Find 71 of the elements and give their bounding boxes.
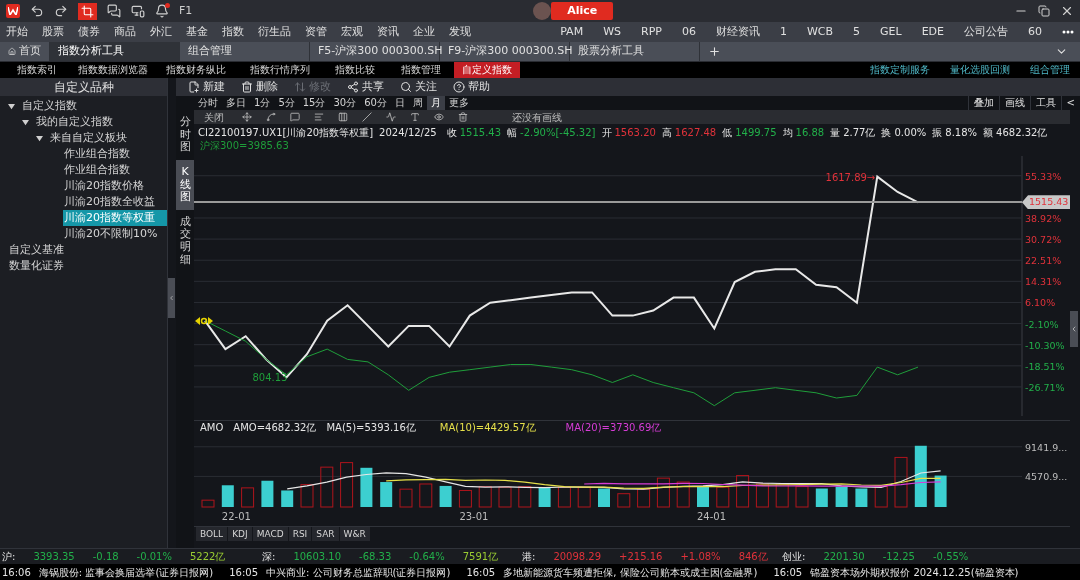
market-value: 5222亿 bbox=[190, 550, 226, 564]
quote-label: 均 bbox=[782, 125, 793, 140]
quote-label: 低 bbox=[722, 125, 733, 140]
indicator-legend: AMO=4682.32亿 bbox=[233, 420, 317, 435]
market-label: 深: bbox=[262, 550, 276, 564]
market-label: 沪: bbox=[2, 550, 16, 564]
quote-label: 收 bbox=[446, 125, 457, 140]
market-value: 7591亿 bbox=[462, 550, 499, 564]
sidebar-title: 自定义品种 bbox=[0, 78, 167, 96]
quote-label: 开 bbox=[601, 125, 612, 140]
market-value: 2201.30 bbox=[823, 550, 865, 564]
indicator-legend: MA(10)=4429.57亿 bbox=[439, 420, 536, 435]
quote-value: 2.77亿 bbox=[843, 125, 876, 140]
quote-value: -2.90%[-45.32] bbox=[520, 125, 596, 140]
market-value: 10603.10 bbox=[293, 550, 342, 564]
quote-label: 额 bbox=[983, 125, 994, 140]
axis-label: 9141.9... bbox=[1025, 441, 1068, 453]
quote-label: 幅 bbox=[507, 125, 518, 140]
news-time: 16:05 bbox=[773, 565, 803, 580]
quote-label: 量 bbox=[830, 125, 841, 140]
axis-label: 23-01 bbox=[459, 511, 489, 522]
indicator-legend: MA(20)=3730.69亿 bbox=[565, 420, 662, 435]
news-time: 16:05 bbox=[466, 565, 496, 580]
axis-label: 22-01 bbox=[221, 511, 251, 522]
indicator-legend: MA(5)=5393.16亿 bbox=[326, 420, 416, 435]
drawing-status: 还没有画线 bbox=[512, 110, 562, 125]
axis-label: -18.51% bbox=[1025, 360, 1065, 372]
market-value: 3393.35 bbox=[33, 550, 75, 564]
quote-value: 4682.32亿 bbox=[996, 125, 1048, 140]
news-time: 16:05 bbox=[229, 565, 258, 580]
axis-label: -10.30% bbox=[1025, 339, 1065, 351]
market-label: 港: bbox=[522, 550, 536, 564]
market-value: -0.64% bbox=[409, 550, 445, 564]
market-value: -12.25 bbox=[882, 550, 915, 564]
news-time: 16:06 bbox=[2, 565, 31, 580]
quote-value: 8.18% bbox=[945, 125, 978, 140]
market-value: -68.33 bbox=[359, 550, 392, 564]
quote-label: 换 bbox=[881, 125, 892, 140]
market-value: 846亿 bbox=[738, 550, 768, 564]
indicator-legend: AMO bbox=[200, 420, 224, 435]
quote-value: 0.00% bbox=[894, 125, 927, 140]
axis-label: 55.33% bbox=[1025, 170, 1062, 182]
last-price-tag: 1515.43 bbox=[1022, 195, 1071, 210]
overlay-legend: 沪深300=3985.63 bbox=[194, 140, 295, 152]
quote-value: 1515.43 bbox=[459, 125, 502, 140]
axis-label: 6.10% bbox=[1025, 297, 1056, 309]
axis-label: 22.51% bbox=[1025, 255, 1062, 267]
quote-label: 振 bbox=[932, 125, 943, 140]
quote-value: 1499.75 bbox=[735, 125, 777, 140]
axis-label: 30.72% bbox=[1025, 234, 1062, 246]
min-price-label: 804.13 bbox=[252, 372, 288, 384]
axis-label: 24-01 bbox=[697, 511, 727, 522]
axis-label: 38.92% bbox=[1025, 213, 1062, 224]
quote-value: 1563.20 bbox=[614, 125, 656, 140]
quote-value: 1627.48 bbox=[674, 125, 717, 140]
max-price-label: 1617.89→ bbox=[825, 171, 876, 183]
quote-label: 高 bbox=[661, 125, 672, 140]
quote-date: 2024/12/25 bbox=[379, 125, 437, 140]
market-value: 20098.29 bbox=[553, 550, 602, 564]
axis-label: -26.71% bbox=[1025, 381, 1065, 393]
axis-label: -2.10% bbox=[1025, 318, 1059, 330]
market-value: +215.16 bbox=[619, 550, 663, 564]
market-value: -0.18 bbox=[92, 550, 119, 564]
quote-value: 16.88 bbox=[795, 125, 825, 140]
market-value: +1.08% bbox=[680, 550, 721, 564]
axis-label: 4570.9... bbox=[1025, 471, 1068, 483]
axis-label: 14.31% bbox=[1025, 276, 1062, 288]
market-label: 创业: bbox=[782, 550, 806, 564]
market-value: -0.01% bbox=[136, 550, 172, 564]
security-code: CI22100197.UX1[川渝20指数等权重] bbox=[198, 125, 374, 140]
market-value: -0.55% bbox=[933, 550, 969, 564]
